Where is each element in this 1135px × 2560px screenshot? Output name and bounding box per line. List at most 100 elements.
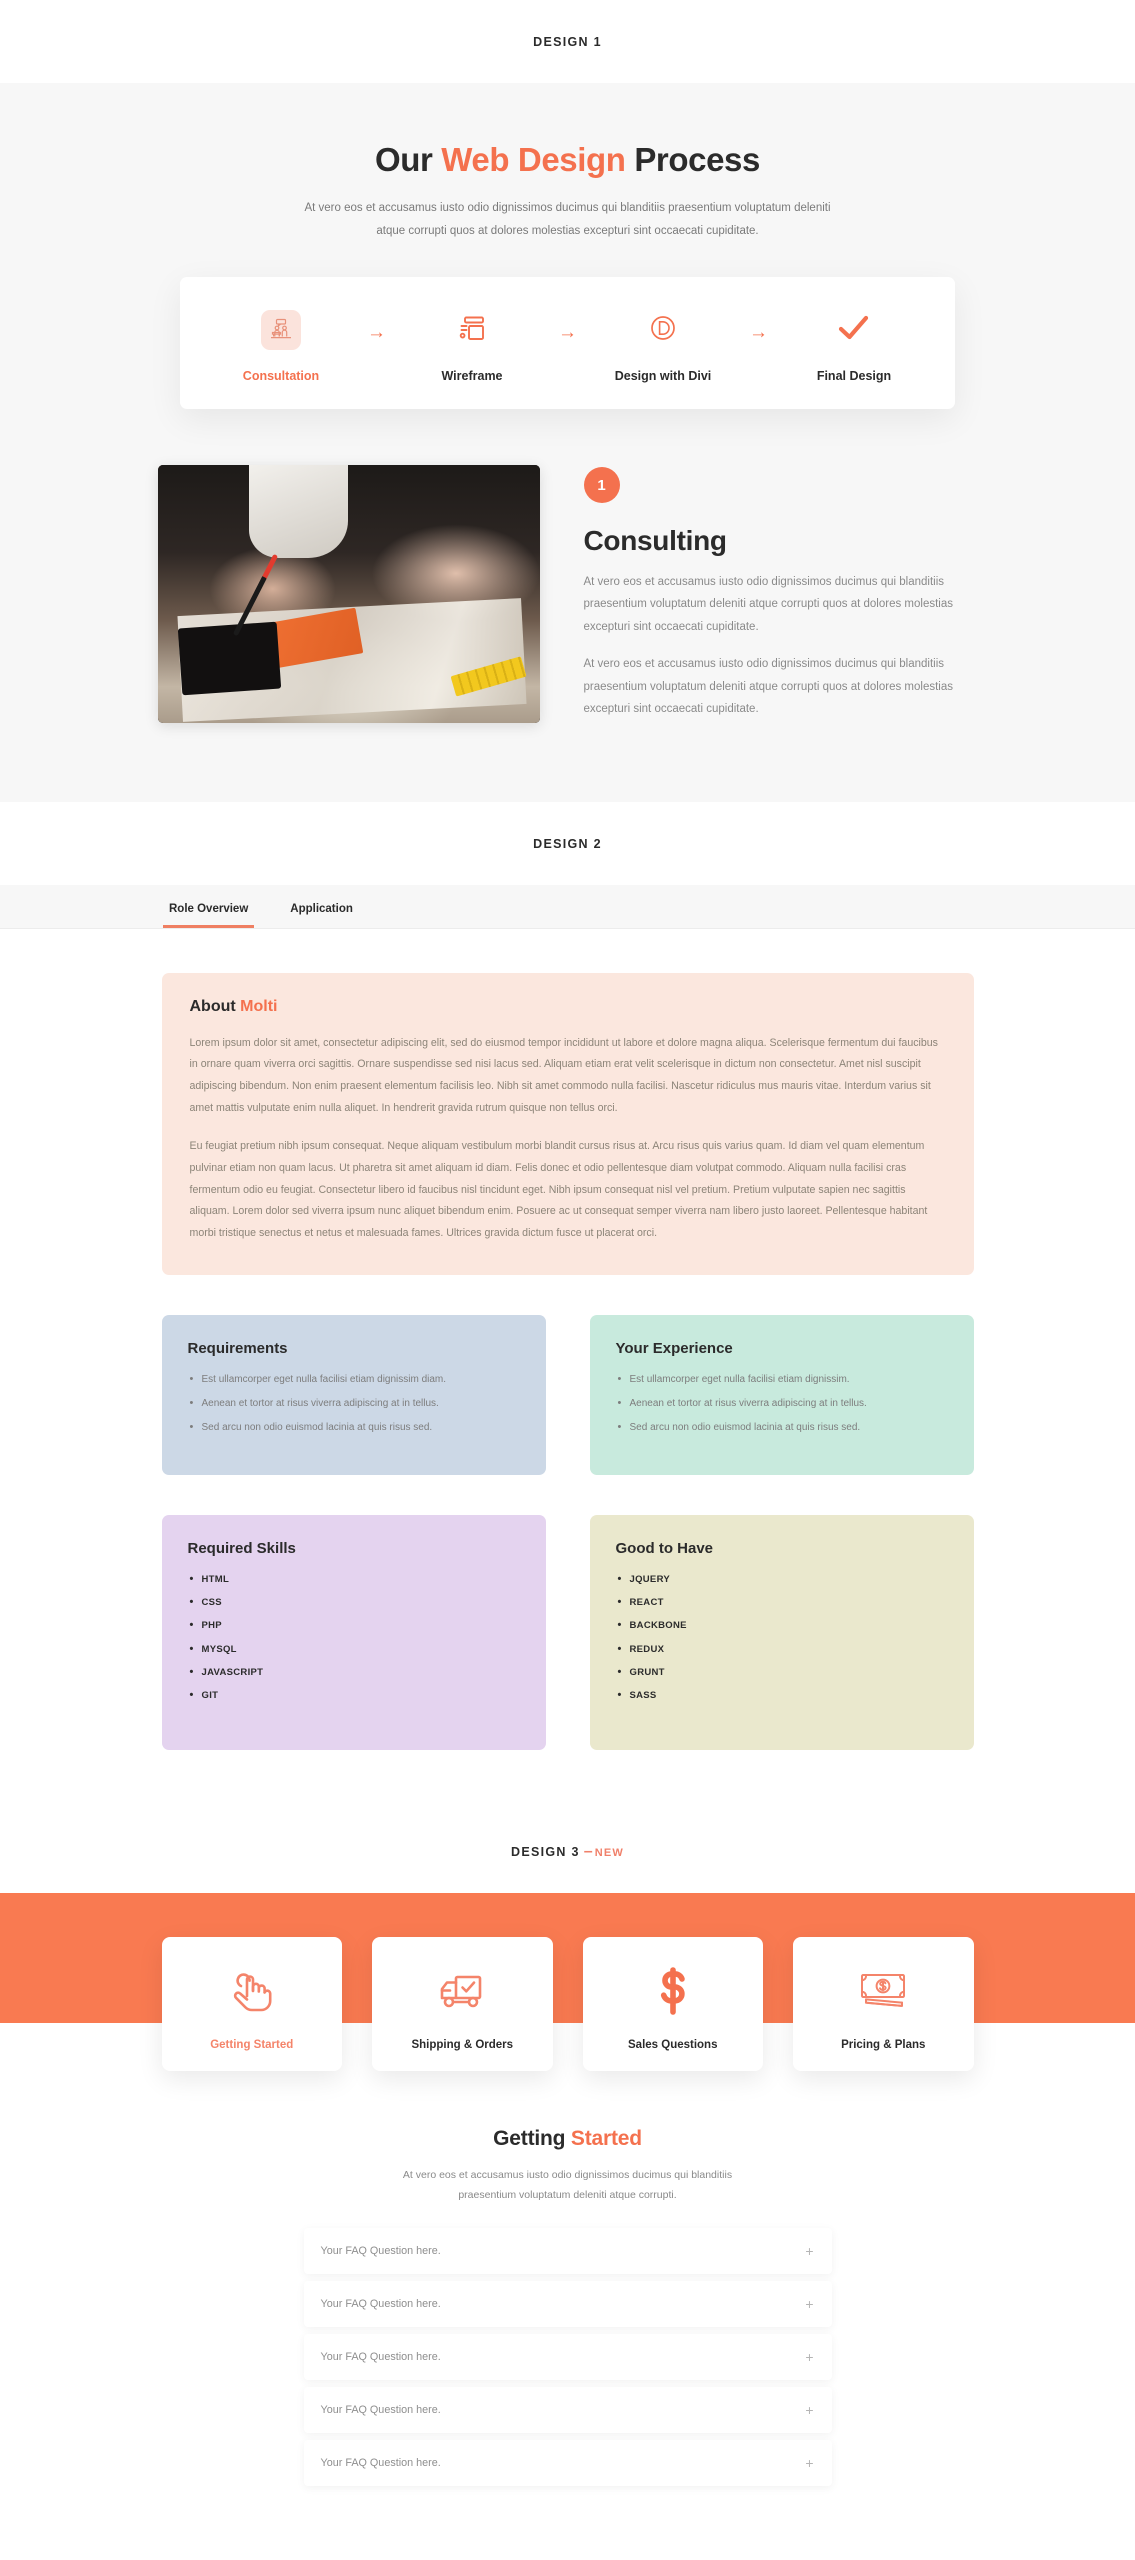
tab-application[interactable]: Application: [284, 903, 359, 928]
card-your-experience: Your Experience Est ullamcorper eget nul…: [589, 1314, 974, 1475]
faq-subtitle-line1: At vero eos et accusamus iusto odio dign…: [402, 2168, 733, 2181]
plus-icon[interactable]: +: [805, 2244, 813, 2258]
card-list: Est ullamcorper eget nulla facilisi etia…: [188, 1372, 520, 1435]
card-title: Requirements: [187, 1339, 288, 1357]
list-item: SASS: [616, 1688, 948, 1704]
design3-section-label-bar: DESIGN 3– NEW: [0, 1809, 1135, 1893]
list-item: Aenean et tortor at risus viverra adipis…: [188, 1396, 520, 1411]
process-step-final-design[interactable]: Final Design: [789, 305, 919, 383]
list-item: REDUX: [616, 1642, 948, 1658]
category-card-pricing-plans[interactable]: Pricing & Plans: [793, 1936, 974, 2071]
faq-accordion-list: Your FAQ Question here. + Your FAQ Quest…: [303, 2227, 832, 2535]
design1-subtitle-line2: atque corrupti quos at dolores molestias…: [376, 225, 759, 237]
faq-question: Your FAQ Question here.: [320, 2350, 441, 2363]
category-label: Shipping & Orders: [411, 2038, 514, 2051]
category-icon-wrapper: [172, 1963, 333, 2025]
process-step-consultation[interactable]: Consultation: [216, 305, 346, 383]
category-card-sales-questions[interactable]: Sales Questions: [582, 1936, 763, 2071]
faq-item[interactable]: Your FAQ Question here. +: [303, 2227, 832, 2274]
about-heading: About Molti: [190, 998, 946, 1016]
card-good-to-have: Good to Have JQUERY REACT BACKBONE REDUX…: [589, 1514, 974, 1750]
list-item: JAVASCRIPT: [188, 1665, 520, 1681]
consulting-row: 1 Consulting At vero eos et accusamus iu…: [157, 465, 978, 736]
process-steps-card: Consultation → Wireframe → Design with D…: [180, 277, 955, 409]
category-icon-wrapper: [382, 1963, 543, 2025]
faq-header: Getting Started At vero eos et accusamus…: [0, 2071, 1135, 2206]
tab-role-overview[interactable]: Role Overview: [163, 903, 255, 928]
design1-subtitle: At vero eos et accusamus iusto odio dign…: [278, 197, 858, 243]
page-title-after: Process: [625, 141, 760, 178]
about-card: About Molti Lorem ipsum dolor sit amet, …: [161, 972, 974, 1275]
info-card-row-2: Required Skills HTML CSS PHP MYSQL JAVAS…: [161, 1514, 974, 1750]
step-number-badge: 1: [583, 467, 620, 503]
category-icon-wrapper: [593, 1963, 754, 2025]
consulting-photo: [157, 465, 540, 723]
list-item: REACT: [616, 1595, 948, 1611]
card-title: Your Experience: [615, 1339, 733, 1357]
step-icon-wrapper: [407, 305, 537, 355]
hand-click-icon: [225, 1966, 279, 2021]
about-heading-before: About: [189, 997, 241, 1015]
card-list: JQUERY REACT BACKBONE REDUX GRUNT SASS: [616, 1572, 948, 1704]
list-item: Sed arcu non odio euismod lacinia at qui…: [616, 1420, 948, 1435]
photo-shirt: [249, 465, 349, 558]
photo-black-notebook: [178, 621, 282, 696]
category-card-getting-started[interactable]: Getting Started: [161, 1936, 342, 2071]
category-card-shipping-orders[interactable]: Shipping & Orders: [372, 1936, 553, 2071]
design1-subtitle-line1: At vero eos et accusamus iusto odio dign…: [304, 202, 831, 214]
faq-question: Your FAQ Question here.: [320, 2244, 441, 2257]
list-item: Est ullamcorper eget nulla facilisi etia…: [188, 1372, 520, 1387]
process-step-design-with-divi[interactable]: Design with Divi: [598, 305, 728, 383]
list-item: PHP: [188, 1618, 520, 1634]
card-title: Required Skills: [187, 1539, 296, 1557]
design1-section-label: DESIGN 1: [533, 35, 602, 49]
process-step-wireframe[interactable]: Wireframe: [407, 305, 537, 383]
category-label: Sales Questions: [628, 2038, 718, 2051]
arrow-right-icon-1: →: [367, 321, 386, 343]
process-step-label: Consultation: [242, 369, 320, 383]
faq-question: Your FAQ Question here.: [320, 2297, 441, 2310]
faq-title: Getting Started: [0, 2127, 1135, 2151]
list-item: Sed arcu non odio euismod lacinia at qui…: [188, 1420, 520, 1435]
plus-icon[interactable]: +: [805, 2297, 813, 2311]
consultation-icon: [261, 310, 301, 350]
about-paragraph-1: Lorem ipsum dolor sit amet, consectetur …: [189, 1036, 938, 1114]
design2-tab-bar: Role Overview Application: [0, 884, 1135, 929]
plus-icon[interactable]: +: [805, 2403, 813, 2417]
faq-question: Your FAQ Question here.: [320, 2403, 441, 2416]
list-item: Est ullamcorper eget nulla facilisi etia…: [616, 1372, 948, 1387]
plus-icon[interactable]: +: [805, 2350, 813, 2364]
design1-header: Our Web Design Process At vero eos et ac…: [0, 141, 1135, 243]
design1-section-label-bar: DESIGN 1: [0, 0, 1135, 83]
design2-section-label-bar: DESIGN 2: [0, 801, 1135, 885]
faq-item[interactable]: Your FAQ Question here. +: [303, 2280, 832, 2327]
category-icon-wrapper: [803, 1963, 964, 2025]
design2-content-wrap: About Molti Lorem ipsum dolor sit amet, …: [161, 972, 974, 1750]
design2-section: About Molti Lorem ipsum dolor sit amet, …: [0, 928, 1135, 1810]
step-icon-wrapper: [216, 305, 346, 355]
design3-section: Getting Started Shipping & Orders Sales …: [0, 1892, 1135, 2535]
new-badge: NEW: [594, 1846, 624, 1859]
delivery-truck-icon: [435, 1969, 489, 2018]
plus-icon[interactable]: +: [805, 2456, 813, 2470]
consulting-paragraph-1: At vero eos et accusamus iusto odio dign…: [583, 576, 953, 633]
arrow-right-icon-2: →: [558, 321, 577, 343]
faq-title-before: Getting: [493, 2126, 571, 2150]
faq-item[interactable]: Your FAQ Question here. +: [303, 2386, 832, 2433]
dollar-sign-icon: [653, 1966, 693, 2021]
divi-logo-icon: [646, 311, 680, 350]
category-label: Pricing & Plans: [841, 2038, 926, 2051]
card-requirements: Requirements Est ullamcorper eget nulla …: [161, 1314, 546, 1475]
card-required-skills: Required Skills HTML CSS PHP MYSQL JAVAS…: [161, 1514, 546, 1750]
step-icon-wrapper: [789, 305, 919, 355]
faq-question: Your FAQ Question here.: [320, 2456, 441, 2469]
faq-item[interactable]: Your FAQ Question here. +: [303, 2439, 832, 2486]
card-list: HTML CSS PHP MYSQL JAVASCRIPT GIT: [188, 1572, 520, 1704]
category-label: Getting Started: [210, 2038, 294, 2051]
faq-item[interactable]: Your FAQ Question here. +: [303, 2333, 832, 2380]
card-title: Good to Have: [615, 1539, 714, 1557]
consulting-copy: 1 Consulting At vero eos et accusamus iu…: [583, 465, 978, 736]
card-list: Est ullamcorper eget nulla facilisi etia…: [616, 1372, 948, 1435]
process-step-label: Wireframe: [441, 369, 503, 383]
design2-section-label: DESIGN 2: [533, 836, 602, 851]
